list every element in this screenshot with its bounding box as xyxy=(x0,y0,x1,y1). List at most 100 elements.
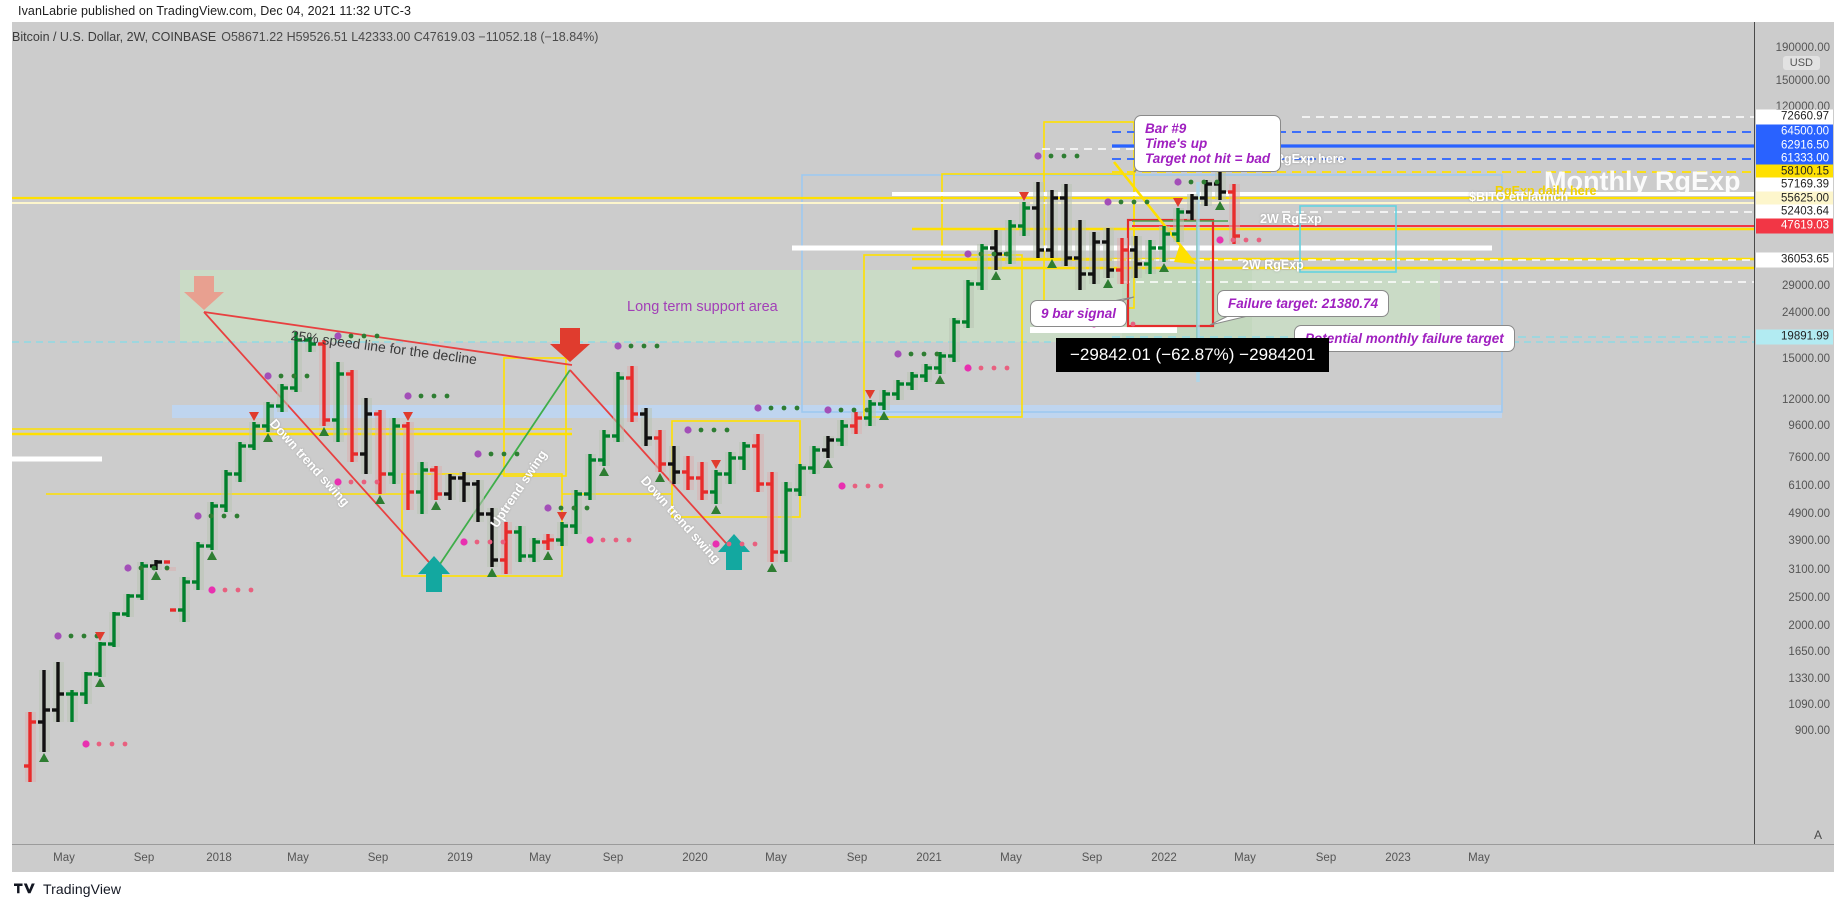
indicator-dot xyxy=(978,251,984,257)
indicator-dot xyxy=(1034,152,1042,160)
chart-legend[interactable]: Bitcoin / U.S. Dollar, 2W, COINBASE O586… xyxy=(12,28,598,45)
indicator-dot xyxy=(96,741,102,747)
currency-badge: USD xyxy=(1782,56,1820,70)
indicator-dot xyxy=(124,564,132,572)
indicator-dot xyxy=(474,539,480,545)
indicator-dot xyxy=(628,343,634,349)
sell-signal-triangle-icon xyxy=(865,390,875,399)
failure-target-callout[interactable]: Failure target: 21380.74 xyxy=(1217,290,1390,317)
indicator-dot xyxy=(865,483,871,489)
indicator-dot xyxy=(851,407,857,413)
indicator-dot xyxy=(222,587,228,593)
price-tick: 15000.00 xyxy=(1782,353,1830,365)
buy-signal-triangle-icon xyxy=(95,678,105,687)
indicator-dot xyxy=(1214,179,1220,185)
buy-signal-triangle-icon xyxy=(39,753,49,762)
price-level-badge[interactable]: 52403.64 xyxy=(1756,204,1833,220)
buy-signal-triangle-icon xyxy=(543,551,553,560)
indicator-dot xyxy=(208,586,216,594)
time-tick: Sep xyxy=(602,852,624,864)
publish-text: IvanLabrie published on TradingView.com,… xyxy=(18,4,412,18)
indicator-dot xyxy=(544,504,552,512)
indicator-dot xyxy=(1243,237,1249,243)
indicator-dot xyxy=(1130,321,1136,327)
indicator-dot xyxy=(234,513,240,519)
indicator-dot xyxy=(151,565,157,571)
price-tick: 4900.00 xyxy=(1788,508,1830,520)
indicator-dot xyxy=(501,451,507,457)
buy-signal-triangle-icon xyxy=(487,568,497,577)
measurement-tooltip: −29842.01 (−62.87%) −2984201 xyxy=(1056,338,1330,372)
indicator-dot xyxy=(908,351,914,357)
indicator-dot xyxy=(304,373,310,379)
price-level-badge[interactable]: 19891.99 xyxy=(1756,329,1833,345)
indicator-dot xyxy=(600,537,606,543)
indicator-dot xyxy=(641,343,647,349)
indicator-dot xyxy=(684,426,692,434)
indicator-dot xyxy=(109,741,115,747)
indicator-dot xyxy=(964,364,972,372)
rgexp-here-label: RgExp here xyxy=(1275,152,1345,166)
time-tick: 2019 xyxy=(447,852,473,864)
indicator-dot xyxy=(654,343,660,349)
indicator-dot xyxy=(474,450,482,458)
indicator-dot xyxy=(291,373,297,379)
price-level-badge[interactable]: 72660.97 xyxy=(1756,109,1833,125)
price-tick: 7600.00 xyxy=(1788,452,1830,464)
indicator-dot xyxy=(1256,237,1262,243)
indicator-dot xyxy=(460,538,468,546)
time-scale[interactable]: May Sep 2018 May Sep 2019 May Sep 2020 May Sep 2021… xyxy=(12,844,1834,872)
time-tick: Sep xyxy=(133,852,155,864)
indicator-dot xyxy=(558,505,564,511)
price-level-badge[interactable]: 36053.65 xyxy=(1756,252,1833,268)
indicator-dot xyxy=(739,541,745,547)
price-tick: 900.00 xyxy=(1794,725,1830,737)
legend-ohlc: O58671.22 H59526.51 L42333.00 C47619.03 … xyxy=(221,29,599,44)
buy-signal-triangle-icon xyxy=(431,501,441,510)
indicator-dot xyxy=(878,483,884,489)
price-tick: 29000.00 xyxy=(1782,280,1830,292)
indicator-dot xyxy=(1230,237,1236,243)
price-tick: 2000.00 xyxy=(1788,620,1830,632)
scale-mode-letter[interactable]: A xyxy=(1814,828,1822,842)
indicator-dot xyxy=(752,541,758,547)
bar9-callout[interactable]: Bar #9 Time's up Target not hit = bad xyxy=(1134,115,1282,172)
indicator-dot xyxy=(122,741,128,747)
indicator-dot xyxy=(404,392,412,400)
price-scale[interactable]: USD A 190000.00 150000.00 120000.00 29000.0… xyxy=(1754,22,1834,844)
indicator-dot xyxy=(361,479,367,485)
indicator-dot xyxy=(348,479,354,485)
indicator-dot xyxy=(54,632,62,640)
indicator-dot xyxy=(1131,199,1137,205)
indicator-dot xyxy=(894,350,902,358)
rgexp-2w-lower-label: 2W RgExp xyxy=(1242,258,1304,272)
indicator-dot xyxy=(698,427,704,433)
bito-etf-launch-label: $BITO etf launch xyxy=(1469,190,1569,204)
indicator-dot xyxy=(794,405,800,411)
price-tick: 24000.00 xyxy=(1782,307,1830,319)
indicator-dot xyxy=(418,393,424,399)
indicator-dot xyxy=(613,537,619,543)
price-level-badge[interactable]: 57169.39 xyxy=(1756,177,1833,193)
price-bars xyxy=(24,172,1240,782)
indicator-dot xyxy=(614,342,622,350)
indicator-dot xyxy=(964,250,972,258)
time-tick: May xyxy=(53,852,75,864)
buy-signal-triangle-icon xyxy=(711,505,721,514)
indicator-dot xyxy=(81,633,87,639)
indicator-dot xyxy=(164,565,170,571)
price-level-badge[interactable]: 47619.03 xyxy=(1756,218,1833,234)
time-tick: 2020 xyxy=(682,852,708,864)
legend-symbol[interactable]: Bitcoin / U.S. Dollar, 2W, COINBASE xyxy=(12,30,216,44)
indicator-dot xyxy=(1188,179,1194,185)
indicator-dot xyxy=(711,427,717,433)
footer-bar: TradingView xyxy=(0,872,1834,906)
nine-bar-signal-callout[interactable]: 9 bar signal xyxy=(1030,300,1128,327)
time-tick: 2022 xyxy=(1151,852,1177,864)
indicator-dot xyxy=(374,479,380,485)
chart-pane[interactable]: Long term support area 25% speed line fo… xyxy=(12,22,1754,844)
price-level-badge[interactable]: 64500.00 xyxy=(1756,124,1833,140)
indicator-dot xyxy=(1216,236,1224,244)
indicator-dot xyxy=(584,505,590,511)
buy-signal-triangle-icon xyxy=(151,571,161,580)
